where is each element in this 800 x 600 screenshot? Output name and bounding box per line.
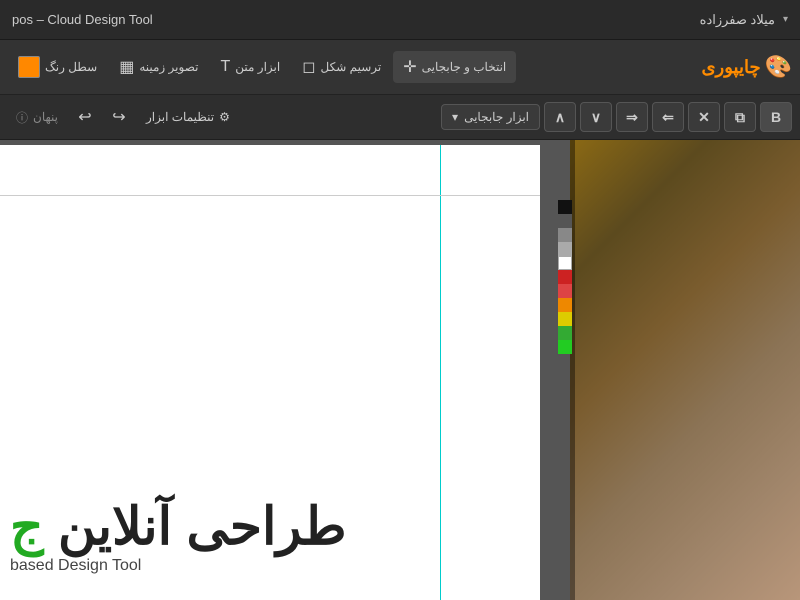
copy-button[interactable]: ⧉ [724,102,756,132]
tool-text[interactable]: ابزار متن T [210,52,290,82]
settings-label: تنظیمات ابزار [146,110,214,124]
settings-icon: ⚙ [219,110,230,124]
tool-label-text: ابزار جابجایی [464,110,529,124]
sec-left-group: B ⧉ ✕ ⇐ ⇒ ∨ ∧ ابزار جابجایی ▾ [441,102,792,132]
arr-left-button[interactable]: ⇐ [652,102,684,132]
tool-group: انتخاب و جابجایی ✛ ترسیم شکل ◻ ابزار متن… [8,50,516,84]
guide-horizontal [0,195,540,196]
subtitle-text: based Design Tool [10,557,347,575]
draw-shape-icon: ◻ [302,57,315,77]
bold-button[interactable]: B [760,102,792,132]
sec-right-group: ⓘ پنهان ↩ ↪ تنظیمات ابزار ⚙ [8,102,238,132]
window-title: pos – Cloud Design Tool [12,12,153,27]
select-icon: ✛ [403,57,416,77]
canvas-content: طراحی آنلاین ج based Design Tool [10,501,347,575]
tool-select[interactable]: انتخاب و جابجایی ✛ [393,51,516,83]
user-dropdown-arrow[interactable]: ▾ [783,14,788,25]
logo-area: 🎨 چایپوری [701,54,792,80]
secondary-toolbar: B ⧉ ✕ ⇐ ⇒ ∨ ∧ ابزار جابجایی ▾ ⓘ پنهان ↩ … [0,95,800,140]
tool-color-bucket[interactable]: سطل رنگ [8,50,107,84]
palette-lightgray[interactable] [558,242,572,256]
palette-green[interactable] [558,326,572,340]
color-swatch[interactable] [18,56,40,78]
hidden-button[interactable]: ⓘ پنهان [8,104,66,131]
palette-gray[interactable] [558,228,572,242]
main-toolbar: 🎨 چایپوری انتخاب و جابجایی ✛ ترسیم شکل ◻… [0,40,800,95]
select-label: انتخاب و جابجایی [422,60,507,74]
text-icon: T [220,58,230,76]
tool-label-button[interactable]: ابزار جابجایی ▾ [441,104,540,130]
tool-draw-shape[interactable]: ترسیم شکل ◻ [292,51,391,83]
settings-button[interactable]: تنظیمات ابزار ⚙ [138,105,238,129]
color-palette [558,200,572,354]
persian-title: طراحی آنلاین ج [10,501,347,553]
tool-background[interactable]: تصویر زمینه ▦ [109,51,208,83]
user-area: ▾ میلاد صفرزاده [700,12,788,28]
arr-right-button[interactable]: ⇒ [616,102,648,132]
palette-black[interactable] [558,200,572,214]
palette-darkgray[interactable] [558,214,572,228]
palette-white[interactable] [558,256,572,270]
logo-text: چایپوری [701,57,760,78]
delete-button[interactable]: ✕ [688,102,720,132]
palette-brightgreen[interactable] [558,340,572,354]
draw-shape-label: ترسیم شکل [320,60,381,74]
arr-up-button[interactable]: ∧ [544,102,576,132]
palette-lightred[interactable] [558,284,572,298]
guide-vertical [440,145,441,600]
bg-rocky [570,140,800,600]
white-canvas[interactable]: طراحی آنلاین ج based Design Tool [0,145,540,600]
tool-label-icon: ▾ [452,110,458,124]
canvas-area[interactable]: طراحی آنلاین ج based Design Tool [0,140,800,600]
green-char: ج [10,498,44,556]
redo-button[interactable]: ↪ [104,102,134,132]
palette-yellow[interactable] [558,312,572,326]
color-bucket-label: سطل رنگ [45,60,97,74]
persian-title-text: طراحی آنلاین [44,498,347,556]
background-label: تصویر زمینه [139,60,198,74]
text-label: ابزار متن [235,60,280,74]
background-icon: ▦ [119,57,134,77]
hidden-icon: ⓘ [16,109,28,126]
arr-down-button[interactable]: ∨ [580,102,612,132]
logo-icon: 🎨 [765,54,792,80]
user-name: میلاد صفرزاده [700,12,775,28]
title-bar: pos – Cloud Design Tool ▾ میلاد صفرزاده [0,0,800,40]
undo-button[interactable]: ↩ [70,102,100,132]
hidden-label: پنهان [33,110,58,124]
palette-red[interactable] [558,270,572,284]
palette-orange[interactable] [558,298,572,312]
